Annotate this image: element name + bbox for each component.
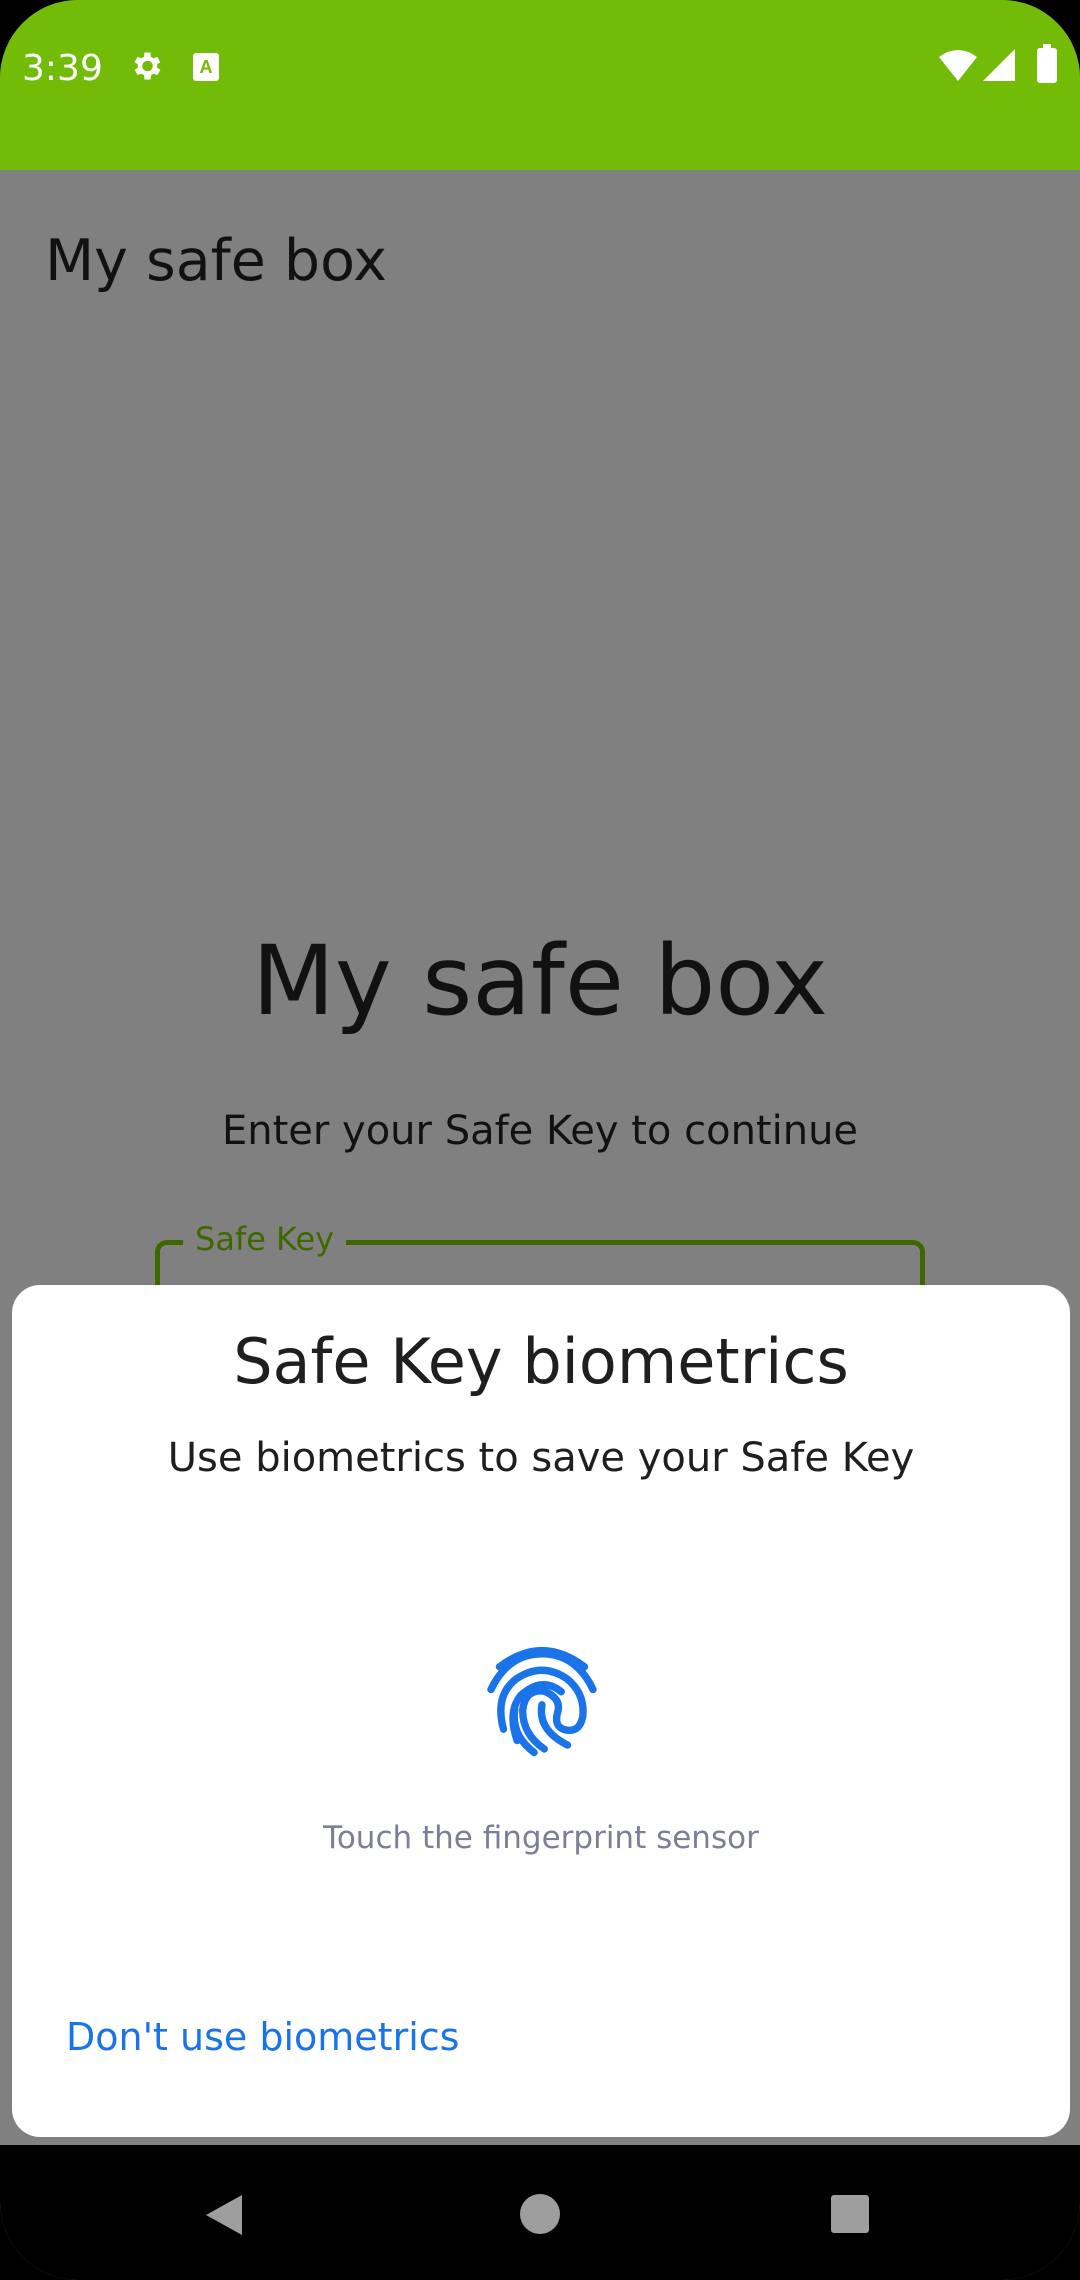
dont-use-biometrics-button[interactable]: Don't use biometrics: [66, 2015, 459, 2059]
recents-icon[interactable]: [830, 2194, 870, 2239]
status-bar: 3:39 A: [0, 0, 1080, 170]
back-icon[interactable]: [204, 2193, 244, 2242]
fingerprint-icon: [474, 1630, 610, 1766]
svg-text:A: A: [200, 57, 213, 77]
app-bar-title: My safe box: [45, 228, 387, 294]
signal-icon: [982, 48, 1016, 87]
biometric-dialog: Safe Key biometrics Use biometrics to sa…: [12, 1285, 1070, 2137]
safe-key-label: Safe Key: [183, 1220, 347, 1258]
text-a-icon: A: [192, 52, 220, 87]
navigation-bar: [0, 2145, 1080, 2280]
dialog-subtitle: Use biometrics to save your Safe Key: [167, 1435, 915, 1481]
status-time: 3:39: [22, 48, 103, 89]
battery-icon: [1036, 44, 1058, 89]
page-heading: My safe box: [252, 925, 828, 1037]
page-subtitle: Enter your Safe Key to continue: [221, 1108, 859, 1154]
dialog-title: Safe Key biometrics: [233, 1325, 849, 1398]
home-icon[interactable]: [519, 2193, 561, 2240]
wifi-icon: [938, 48, 978, 87]
dialog-hint: Touch the fingerprint sensor: [323, 1820, 759, 1856]
gear-icon: [128, 48, 164, 89]
app-screen: 3:39 A My safe box My safe box Enter you…: [0, 0, 1080, 2280]
